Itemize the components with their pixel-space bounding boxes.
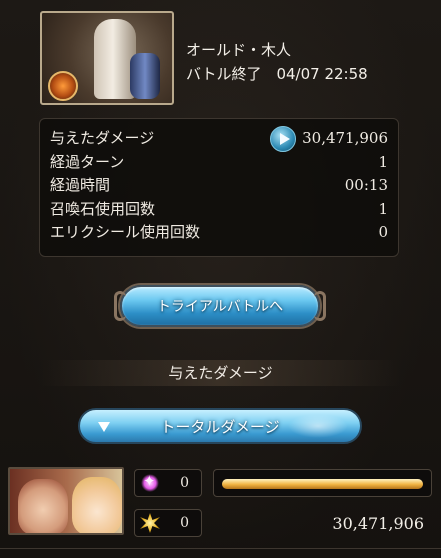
stat-row-elixir: エリクシール使用回数 0: [50, 221, 388, 245]
trial-battle-button[interactable]: トライアルバトルへ: [114, 285, 326, 327]
stat-value: 1: [378, 152, 388, 171]
ougi-count: 0: [180, 515, 189, 531]
divider: [0, 548, 441, 549]
play-icon[interactable]: [270, 126, 296, 152]
skill-count-box: 0: [134, 469, 202, 497]
sparkle-icon: [141, 472, 159, 492]
damage-section-heading: 与えたダメージ: [40, 360, 401, 386]
enemy-thumbnail: [40, 11, 174, 105]
total-damage-button[interactable]: トータルダメージ: [78, 408, 362, 444]
battle-stats-panel: 与えたダメージ 30,471,906 経過ターン 1 経過時間 00:13 召喚…: [39, 118, 399, 257]
stat-label: 召喚石使用回数: [50, 199, 156, 218]
stat-value: 30,471,906: [302, 129, 388, 147]
stat-label: 経過ターン: [50, 152, 125, 171]
stat-row-damage: 与えたダメージ 30,471,906: [50, 126, 388, 152]
burst-icon: [140, 513, 160, 533]
battle-status: バトル終了 04/07 22:58: [186, 65, 368, 83]
character-portrait[interactable]: [8, 467, 124, 535]
ougi-count-box: 0: [134, 509, 202, 537]
stat-label: 経過時間: [50, 176, 111, 194]
battle-header: オールド・木人 バトル終了 04/07 22:58: [40, 11, 400, 107]
stat-row-turns: 経過ターン 1: [50, 151, 388, 175]
damage-share-fill: [222, 479, 423, 489]
stat-value: 00:13: [344, 176, 388, 194]
fire-element-icon: [48, 71, 78, 101]
skill-count: 0: [180, 475, 189, 491]
stat-label: 与えたダメージ: [50, 129, 155, 147]
stat-row-time: 経過時間 00:13: [50, 174, 388, 198]
chevron-down-icon: [98, 422, 110, 432]
stat-row-summons: 召喚石使用回数 1: [50, 198, 388, 222]
stat-value: 0: [378, 223, 388, 241]
stat-label: エリクシール使用回数: [50, 223, 201, 241]
total-damage-label: トータルダメージ: [160, 417, 280, 436]
damage-share-bar: [213, 469, 432, 497]
character-damage: 30,471,906: [332, 514, 424, 533]
trial-battle-label: トライアルバトルへ: [156, 299, 284, 315]
stat-value: 1: [378, 199, 388, 218]
enemy-name: オールド・木人: [186, 41, 292, 59]
